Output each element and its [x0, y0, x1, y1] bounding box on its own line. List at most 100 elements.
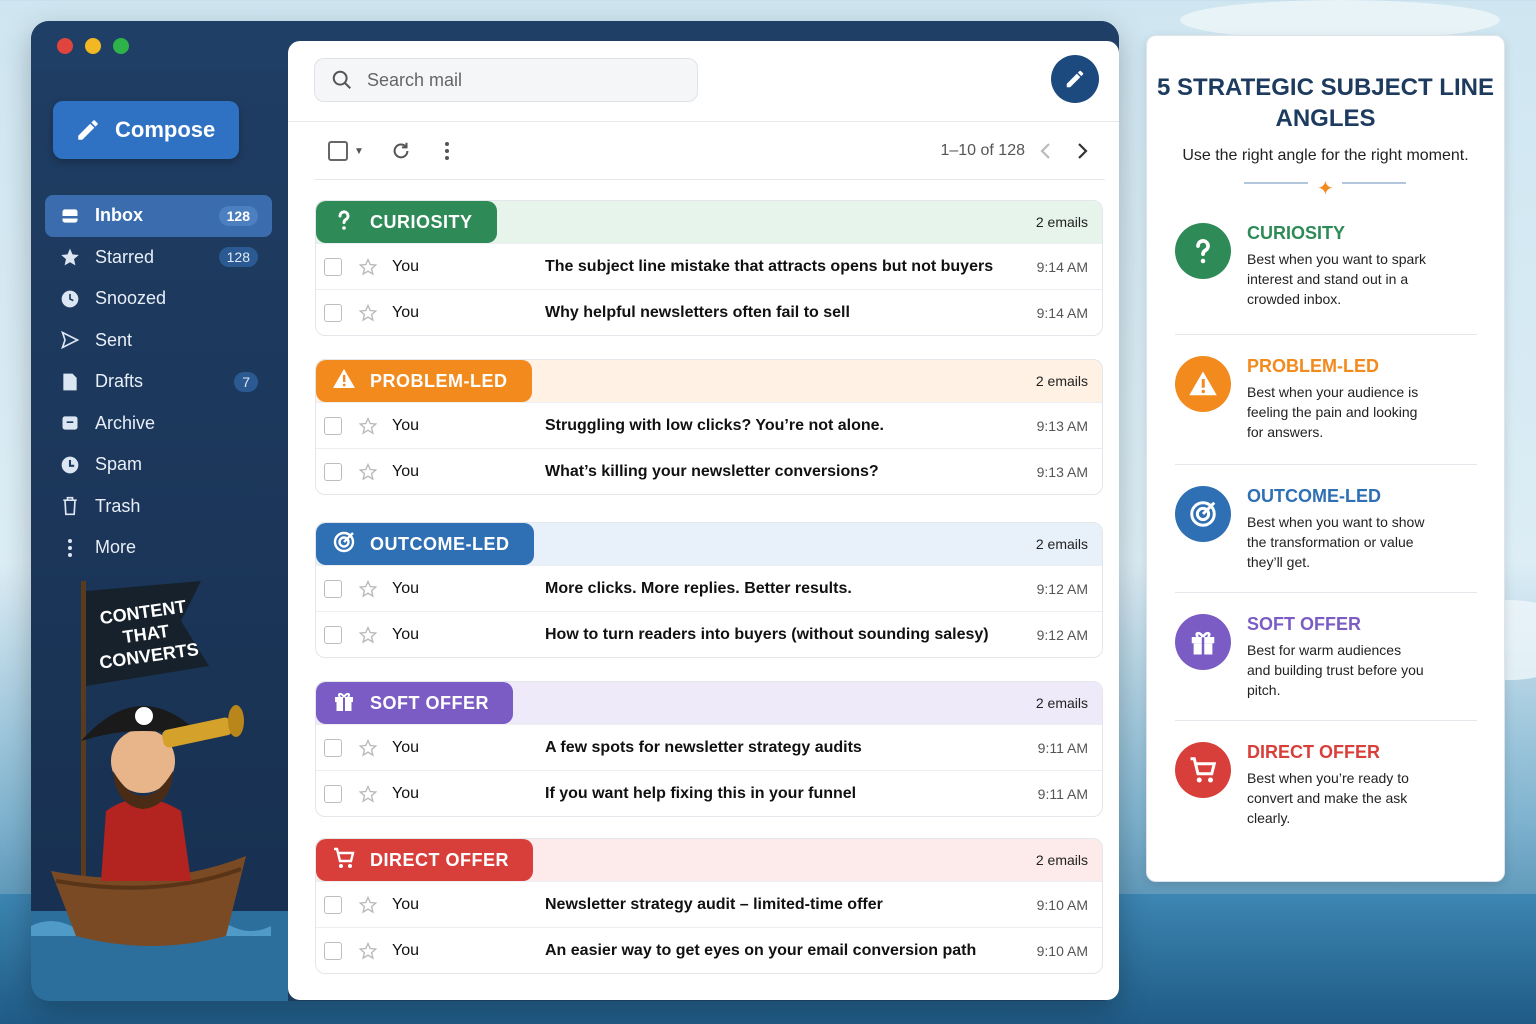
- pirate-illustration: CONTENT THAT CONVERTS: [31, 581, 288, 1001]
- sidebar-nav: Inbox 128 Starred 128 Snoozed Sent Draft…: [45, 195, 272, 569]
- header-divider: [288, 121, 1119, 122]
- group-label-pill: CURIOSITY: [316, 201, 497, 243]
- email-time: 9:13 AM: [1036, 463, 1088, 480]
- sidebar-item-drafts[interactable]: Drafts 7: [45, 361, 272, 403]
- compose-button[interactable]: Compose: [53, 101, 239, 159]
- email-subject: What’s killing your newsletter conversio…: [545, 462, 879, 480]
- star-outline-icon[interactable]: [358, 784, 378, 804]
- angle-description: Best when you want to show the transform…: [1247, 514, 1425, 570]
- star-outline-icon[interactable]: [358, 303, 378, 323]
- question-icon: [1175, 223, 1231, 279]
- group-label: DIRECT OFFER: [370, 849, 509, 870]
- search-input[interactable]: Search mail: [367, 70, 462, 91]
- gift-icon: [1175, 614, 1231, 670]
- group-header[interactable]: DIRECT OFFER 2 emails: [316, 839, 1102, 881]
- email-subject: More clicks. More replies. Better result…: [545, 579, 852, 597]
- angle-description: Best when you want to spark interest and…: [1247, 251, 1426, 307]
- minimize-window-button[interactable]: [85, 38, 101, 54]
- star-outline-icon[interactable]: [358, 416, 378, 436]
- email-group-problem-led: PROBLEM-LED 2 emails You Struggling with…: [315, 359, 1103, 495]
- group-header[interactable]: CURIOSITY 2 emails: [316, 201, 1102, 243]
- refresh-icon[interactable]: [390, 140, 412, 162]
- search-bar[interactable]: Search mail: [314, 58, 698, 102]
- email-row[interactable]: You The subject line mistake that attrac…: [316, 243, 1102, 289]
- group-count: 2 emails: [1035, 373, 1088, 389]
- email-row[interactable]: You How to turn readers into buyers (wit…: [316, 611, 1102, 657]
- chevron-left-icon[interactable]: [1039, 142, 1053, 160]
- sidebar-item-more[interactable]: More: [45, 527, 272, 569]
- group-label-pill: PROBLEM-LED: [316, 360, 532, 402]
- panel-title-line: 5 STRATEGIC SUBJECT LINE: [1157, 74, 1494, 101]
- maximize-window-button[interactable]: [113, 38, 129, 54]
- clock-icon: [59, 288, 81, 310]
- angle-title: CURIOSITY: [1247, 223, 1346, 243]
- group-header[interactable]: SOFT OFFER 2 emails: [316, 682, 1102, 724]
- target-icon: [332, 530, 356, 559]
- star-outline-icon[interactable]: [358, 257, 378, 277]
- email-sender: You: [392, 579, 419, 597]
- trash-icon: [59, 495, 81, 517]
- email-row[interactable]: You More clicks. More replies. Better re…: [316, 565, 1102, 611]
- sidebar-item-spam[interactable]: Spam: [45, 444, 272, 486]
- email-row[interactable]: You What’s killing your newsletter conve…: [316, 448, 1102, 494]
- row-checkbox[interactable]: [324, 738, 342, 757]
- row-checkbox[interactable]: [324, 784, 342, 803]
- sidebar-item-label: Drafts: [95, 371, 144, 392]
- email-row[interactable]: You Struggling with low clicks? You’re n…: [316, 402, 1102, 448]
- pencil-icon: [1066, 70, 1084, 88]
- row-checkbox[interactable]: [324, 257, 342, 276]
- close-window-button[interactable]: [57, 38, 73, 54]
- sparkle-icon: ✦: [1317, 178, 1334, 200]
- row-checkbox[interactable]: [324, 895, 342, 914]
- email-sender: You: [392, 784, 419, 802]
- sidebar-item-snoozed[interactable]: Snoozed: [45, 278, 272, 320]
- sidebar-item-sent[interactable]: Sent: [45, 320, 272, 362]
- angle-title: PROBLEM-LED: [1247, 356, 1379, 376]
- sidebar-item-trash[interactable]: Trash: [45, 486, 272, 528]
- group-header[interactable]: OUTCOME-LED 2 emails: [316, 523, 1102, 565]
- row-checkbox[interactable]: [324, 941, 342, 960]
- draft-icon: [59, 371, 81, 393]
- star-outline-icon[interactable]: [358, 738, 378, 758]
- row-checkbox[interactable]: [324, 462, 342, 481]
- sidebar-item-inbox[interactable]: Inbox 128: [45, 195, 272, 237]
- angle-description: Best when you’re ready to convert and ma…: [1247, 770, 1409, 826]
- chevron-down-icon[interactable]: ▼: [354, 146, 364, 157]
- email-row[interactable]: You If you want help fixing this in your…: [316, 770, 1102, 816]
- group-header[interactable]: PROBLEM-LED 2 emails: [316, 360, 1102, 402]
- row-checkbox[interactable]: [324, 303, 342, 322]
- email-row[interactable]: You An easier way to get eyes on your em…: [316, 927, 1102, 973]
- archive-icon: [59, 412, 81, 434]
- angles-info-panel: 5 STRATEGIC SUBJECT LINE ANGLES Use the …: [1146, 35, 1505, 882]
- warning-icon: [332, 367, 356, 396]
- email-group-direct-offer: DIRECT OFFER 2 emails You Newsletter str…: [315, 838, 1103, 974]
- email-time: 9:13 AM: [1036, 417, 1088, 434]
- more-vert-icon[interactable]: [444, 141, 450, 161]
- list-toolbar: ▼ 1–10 of 128: [328, 139, 1097, 163]
- edit-fab-button[interactable]: [1051, 55, 1099, 103]
- row-checkbox[interactable]: [324, 416, 342, 435]
- toolbar-divider: [314, 179, 1105, 180]
- email-row[interactable]: You Newsletter strategy audit – limited-…: [316, 881, 1102, 927]
- email-row[interactable]: You A few spots for newsletter strategy …: [316, 724, 1102, 770]
- star-outline-icon[interactable]: [358, 625, 378, 645]
- email-row[interactable]: You Why helpful newsletters often fail t…: [316, 289, 1102, 335]
- star-outline-icon[interactable]: [358, 462, 378, 482]
- sidebar-item-label: More: [95, 537, 137, 558]
- chevron-right-icon[interactable]: [1075, 142, 1089, 160]
- row-checkbox[interactable]: [324, 625, 342, 644]
- select-all-checkbox[interactable]: [328, 141, 348, 161]
- sidebar-item-label: Sent: [95, 329, 133, 350]
- sidebar-item-starred[interactable]: Starred 128: [45, 237, 272, 279]
- row-checkbox[interactable]: [324, 579, 342, 598]
- star-outline-icon[interactable]: [358, 895, 378, 915]
- email-sender: You: [392, 941, 419, 959]
- spam-icon: [59, 454, 81, 476]
- star-outline-icon[interactable]: [358, 579, 378, 599]
- email-subject: Why helpful newsletters often fail to se…: [545, 303, 850, 321]
- sidebar-item-label: Spam: [95, 454, 143, 475]
- group-count: 2 emails: [1035, 852, 1088, 868]
- sidebar-item-archive[interactable]: Archive: [45, 403, 272, 445]
- star-outline-icon[interactable]: [358, 941, 378, 961]
- group-count: 2 emails: [1035, 695, 1088, 711]
